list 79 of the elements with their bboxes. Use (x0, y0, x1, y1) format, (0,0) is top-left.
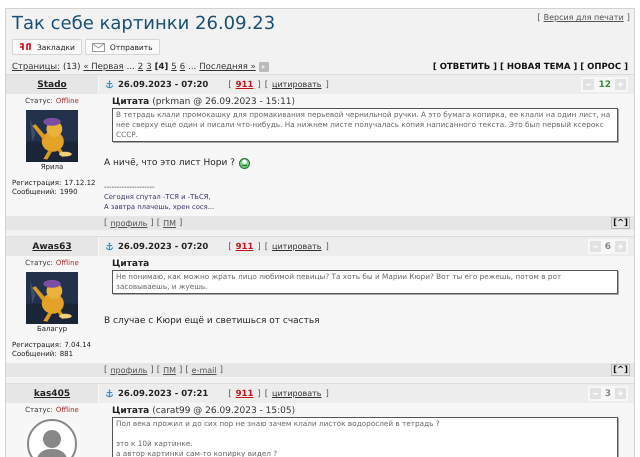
quote-title: Цитата (112, 259, 150, 270)
bracket: ] (220, 365, 223, 375)
minus-icon[interactable] (583, 79, 594, 90)
profile-link[interactable]: ПМ (163, 218, 176, 228)
page-link[interactable]: Последняя » (199, 62, 256, 72)
ellipsis: ... (126, 62, 135, 72)
bracket: ] (150, 218, 154, 228)
page-link[interactable]: 5 (171, 62, 177, 72)
bracket: [ (104, 365, 108, 375)
post-number-link[interactable]: 911 (236, 80, 254, 90)
anchor-icon (105, 242, 114, 251)
profile-link[interactable]: ПМ (163, 366, 176, 374)
rating-count: 3 (604, 388, 611, 398)
bracket: [ (228, 80, 232, 90)
ellipsis: ... (188, 62, 196, 72)
bracket: ] (325, 388, 329, 398)
profile-link[interactable]: e-mail (192, 366, 217, 374)
post-number-link[interactable]: 911 (236, 388, 254, 398)
page-jump-icon[interactable] (258, 62, 269, 72)
bracket: [ (185, 365, 189, 375)
rating-count: 12 (598, 80, 611, 90)
minus-icon[interactable] (590, 388, 601, 399)
bracket: ] (150, 365, 154, 375)
page-link[interactable]: 6 (180, 62, 186, 72)
pages-label[interactable]: Страницы: (12, 62, 60, 72)
post-number-link[interactable]: 911 (236, 242, 254, 252)
bracket: ] (325, 80, 329, 90)
scroll-top-button[interactable]: [^] (611, 364, 630, 376)
anchor-icon (105, 80, 114, 89)
bracket: ] (325, 242, 329, 252)
quote-link[interactable]: цитировать (272, 80, 322, 89)
bracket: [ (156, 218, 160, 228)
bracket: ] (257, 242, 261, 252)
bracket: [ (228, 242, 232, 252)
current-page: [4] (154, 62, 168, 72)
bracket: ] (178, 365, 182, 375)
bracket: [ (264, 388, 268, 398)
bracket: [ (537, 13, 541, 23)
page-count: (13) (62, 62, 80, 72)
plus-icon[interactable] (615, 388, 626, 399)
post-date: 26.09.2023 - 07:21 (118, 388, 208, 398)
topic-action-link[interactable]: [ ОТВЕТИТЬ ] (432, 62, 498, 72)
topic-action-link[interactable]: [ ОПРОС ] (580, 62, 628, 72)
print-version-link[interactable]: Версия для печати (544, 13, 624, 23)
bracket: [ (104, 218, 108, 228)
message-text: А ничё, что это лист Нори ? (104, 158, 235, 169)
anchor-icon (105, 389, 114, 398)
page-link[interactable]: « Первая (83, 62, 124, 72)
topic-title: Так себе картинки 26.09.23 (12, 13, 276, 35)
profile-link[interactable]: профиль (110, 366, 148, 374)
bracket: [ (228, 388, 232, 398)
minus-icon[interactable] (590, 241, 601, 252)
plus-icon[interactable] (615, 79, 626, 90)
quote-link[interactable]: цитировать (272, 389, 322, 398)
rating-count: 6 (604, 242, 611, 252)
profile-link[interactable]: профиль (110, 218, 148, 228)
envelope-icon (92, 42, 105, 52)
page-link[interactable]: 2 (138, 62, 144, 72)
bracket: [ (264, 80, 268, 90)
quote-title: Цитата (112, 406, 150, 417)
quote-source: (prkman @ 26.09.2023 - 15:11) (152, 97, 296, 108)
logo-icon (19, 43, 32, 51)
bracket: ] (626, 13, 630, 23)
quote-link[interactable]: цитировать (272, 242, 322, 251)
scroll-top-button[interactable]: [^] (611, 217, 630, 229)
post-date: 26.09.2023 - 07:20 (118, 242, 208, 252)
quote-source: (carat99 @ 26.09.2023 - 15:05) (152, 406, 296, 417)
bracket: [ (264, 242, 268, 252)
message-text: В случае с Кюри ещё и светишься от счастья (104, 316, 320, 327)
bracket: ] (257, 80, 261, 90)
bracket: ] (257, 388, 261, 398)
post-date: 26.09.2023 - 07:20 (118, 80, 208, 90)
bracket: ] (178, 218, 182, 228)
page-link[interactable]: 3 (146, 62, 152, 72)
plus-icon[interactable] (615, 241, 626, 252)
bracket: [ (156, 365, 160, 375)
quote-title: Цитата (112, 97, 150, 108)
author-name[interactable]: Stado (37, 80, 67, 90)
topic-action-link[interactable]: [ НОВАЯ ТЕМА ] (500, 62, 578, 72)
